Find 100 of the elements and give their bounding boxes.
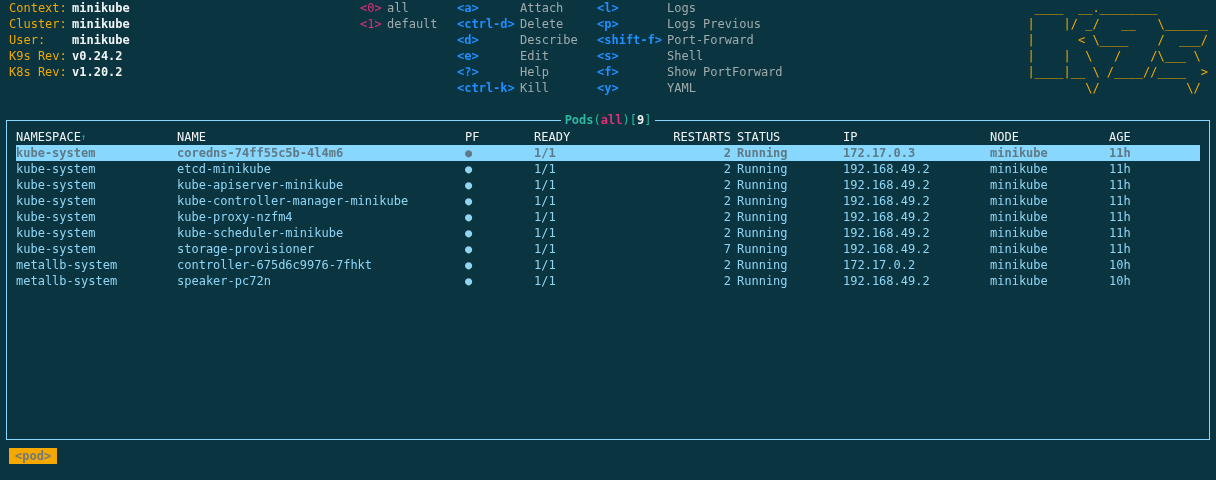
column-header[interactable]: STATUS bbox=[737, 129, 781, 145]
shortcut-action: Shell bbox=[667, 48, 704, 64]
age-cell-text: 11h bbox=[1109, 145, 1132, 161]
namespace-cell-text: kube-system bbox=[16, 241, 97, 257]
namespace-option[interactable]: all bbox=[387, 0, 409, 16]
status-cell-text: Running bbox=[736, 225, 789, 241]
shortcut-action: Edit bbox=[520, 48, 549, 64]
name-cell-text: speaker-pc72n bbox=[177, 273, 272, 289]
node-cell-text: minikube bbox=[990, 225, 1049, 241]
node-cell-text: minikube bbox=[990, 257, 1049, 273]
info-value: minikube bbox=[72, 16, 130, 32]
restarts-cell-text: 2 bbox=[722, 193, 731, 209]
namespace-cell-text: kube-system bbox=[16, 177, 97, 193]
shortcut-key: <s> bbox=[597, 48, 667, 64]
table-row[interactable]: metallb-system controller-675d6c9976-7fhkt ● 1/1 2 Running 172.17.0.2 minikube 10h bbox=[16, 257, 1200, 273]
name-cell-text: kube-scheduler-minikube bbox=[177, 225, 345, 241]
column-header[interactable]: NODE bbox=[990, 129, 1019, 145]
column-header[interactable]: NAME bbox=[177, 129, 206, 145]
age-cell-text: 11h bbox=[1109, 193, 1132, 209]
namespace-cell-text: metallb-system bbox=[16, 257, 119, 273]
table-row[interactable]: kube-system storage-provisioner ● 1/1 7 Running 192.168.49.2 minikube 11h bbox=[16, 241, 1200, 257]
view-title: Pods bbox=[564, 112, 594, 128]
info-value: v0.24.2 bbox=[72, 48, 123, 64]
node-cell-text: minikube bbox=[990, 241, 1049, 257]
ready-cell-text: 1/1 bbox=[534, 177, 557, 193]
shortcut-key: <y> bbox=[597, 80, 667, 96]
info-value: minikube bbox=[72, 0, 130, 16]
logo-line: | |/ _/ __ \______ bbox=[1027, 16, 1208, 32]
age-cell-text: 11h bbox=[1109, 225, 1132, 241]
namespace-cell-text: kube-system bbox=[16, 225, 97, 241]
info-label: Cluster: bbox=[9, 16, 68, 32]
table-row[interactable]: kube-system kube-controller-manager-minikube ● 1/1 2 Running 192.168.49.2 minikube 11h bbox=[16, 193, 1200, 209]
namespace-cell-text: kube-system bbox=[16, 145, 97, 161]
column-header[interactable]: PF bbox=[465, 129, 480, 145]
age-cell-text: 11h bbox=[1109, 209, 1132, 225]
ip-cell-text: 172.17.0.2 bbox=[843, 257, 917, 273]
ip-cell-text: 192.168.49.2 bbox=[843, 177, 931, 193]
shortcut-key: <ctrl-k> bbox=[457, 80, 520, 96]
ready-cell-text: 1/1 bbox=[534, 145, 557, 161]
ready-cell-text: 1/1 bbox=[534, 241, 557, 257]
shortcut-action: Delete bbox=[520, 16, 564, 32]
shortcut-key: <a> bbox=[457, 0, 520, 16]
namespace-cell-text: kube-system bbox=[16, 161, 97, 177]
restarts-cell-text: 2 bbox=[722, 225, 731, 241]
name-cell-text: controller-675d6c9976-7fhkt bbox=[177, 257, 374, 273]
info-label: K9s Rev: bbox=[9, 48, 68, 64]
table-row[interactable]: metallb-system speaker-pc72n ● 1/1 2 Running 192.168.49.2 minikube 10h bbox=[16, 273, 1200, 289]
paren-mark: ( bbox=[593, 112, 601, 128]
shortcut-action: Logs Previous bbox=[667, 16, 761, 32]
column-header[interactable]: RESTARTS bbox=[673, 129, 731, 145]
ready-cell-text: 1/1 bbox=[534, 209, 557, 225]
node-cell-text: minikube bbox=[990, 161, 1049, 177]
ip-cell-text: 192.168.49.2 bbox=[843, 241, 931, 257]
restarts-cell-text: 2 bbox=[722, 177, 731, 193]
namespace-cell-text: kube-system bbox=[16, 193, 97, 209]
column-header[interactable]: IP bbox=[843, 129, 858, 145]
table-row[interactable]: kube-system kube-apiserver-minikube ● 1/1 2 Running 192.168.49.2 minikube 11h bbox=[16, 177, 1200, 193]
status-cell-text: Running bbox=[736, 161, 789, 177]
name-cell-text: etcd-minikube bbox=[177, 161, 272, 177]
ip-cell-text: 192.168.49.2 bbox=[843, 225, 931, 241]
shortcut-key: <d> bbox=[457, 32, 520, 48]
ready-cell-text: 1/1 bbox=[534, 161, 557, 177]
shortcut-key: <f> bbox=[597, 64, 667, 80]
ready-cell-text: 1/1 bbox=[534, 225, 557, 241]
port-forward-cell-text: ● bbox=[465, 225, 474, 241]
logo-line: ____ __.________ bbox=[1033, 0, 1159, 16]
status-cell-text: Running bbox=[736, 177, 789, 193]
age-cell-text: 10h bbox=[1109, 257, 1132, 273]
port-forward-cell-text: ● bbox=[465, 209, 474, 225]
restarts-cell-text: 2 bbox=[722, 161, 731, 177]
port-forward-cell-text: ● bbox=[465, 241, 474, 257]
namespace-option[interactable]: default bbox=[387, 16, 438, 32]
column-header[interactable]: AGE bbox=[1109, 129, 1131, 145]
status-cell-text: Running bbox=[736, 193, 789, 209]
table-row[interactable]: kube-system kube-scheduler-minikube ● 1/1 2 Running 192.168.49.2 minikube 11h bbox=[16, 225, 1200, 241]
table-row[interactable]: kube-system etcd-minikube ● 1/1 2 Running 192.168.49.2 minikube 11h bbox=[16, 161, 1200, 177]
shortcut-key: <ctrl-d> bbox=[457, 16, 520, 32]
info-value: minikube bbox=[72, 32, 130, 48]
restarts-cell-text: 7 bbox=[722, 241, 731, 257]
column-header[interactable]: READY bbox=[534, 129, 571, 145]
name-cell-text: coredns-74ff55c5b-4l4m6 bbox=[177, 145, 345, 161]
port-forward-cell-text: ● bbox=[465, 161, 474, 177]
column-header[interactable]: NAMESPACE bbox=[16, 129, 82, 145]
shortcut-action: Help bbox=[520, 64, 549, 80]
table-row[interactable]: kube-system kube-proxy-nzfm4 ● 1/1 2 Running 192.168.49.2 minikube 11h bbox=[16, 209, 1200, 225]
name-cell-text: storage-provisioner bbox=[177, 241, 316, 257]
shortcut-action: Show PortForward bbox=[667, 64, 783, 80]
shortcut-key: <0> bbox=[360, 0, 387, 16]
ready-cell-text: 1/1 bbox=[534, 257, 557, 273]
shortcut-key: <e> bbox=[457, 48, 520, 64]
logo-line: | < \____ / ___/ bbox=[1027, 32, 1208, 48]
bracket-mark: ] bbox=[644, 112, 652, 128]
ip-cell-text: 192.168.49.2 bbox=[843, 209, 931, 225]
age-cell-text: 11h bbox=[1109, 241, 1132, 257]
name-cell-text: kube-apiserver-minikube bbox=[177, 177, 345, 193]
ready-cell-text: 1/1 bbox=[534, 193, 557, 209]
shortcut-key: <l> bbox=[597, 0, 667, 16]
sort-arrow: ↑ bbox=[81, 131, 87, 144]
port-forward-cell-text: ● bbox=[465, 257, 474, 273]
shortcut-action: Attach bbox=[520, 0, 564, 16]
